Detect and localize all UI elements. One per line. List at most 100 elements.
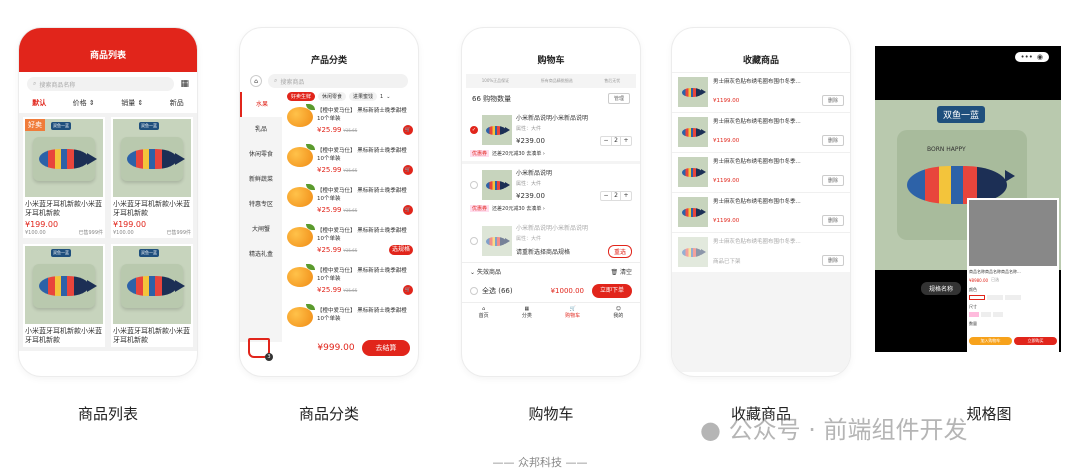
favorite-item[interactable]: 男士麻灰色贴布绣毛圈布围巾冬季... ¥1199.00 删除	[672, 152, 850, 192]
item-attr: 属性：大件	[516, 181, 542, 187]
chevron-down-icon[interactable]: ⌄	[386, 94, 390, 100]
list-header: 商品列表	[19, 28, 197, 72]
home-icon: ⌂	[482, 306, 486, 312]
home-icon[interactable]: ⌂	[250, 75, 262, 87]
add-to-cart-button[interactable]: 加入购物车	[969, 337, 1012, 345]
cart-add-icon[interactable]: 🛒	[403, 285, 413, 295]
product-name: 【橙中爱马仕】 黑标新骑士晚季甜橙10个单装	[317, 268, 407, 282]
phone-category: 产品分类 ⌂ ⌕ 搜索商品 水果 乳品 休闲零食 新鲜蔬菜 特惠专区 大闸蟹 精选…	[240, 28, 418, 376]
delete-button[interactable]: 删除	[821, 175, 844, 186]
sort-new[interactable]: 新品	[170, 98, 184, 108]
tab-category[interactable]: ▦ 分类	[522, 306, 532, 319]
capsule-menu[interactable]: ••• ◉	[1014, 52, 1049, 62]
sort-default[interactable]: 默认	[32, 98, 46, 108]
product-name: 小米蓝牙耳机新款小米蓝牙耳机新款	[25, 200, 102, 217]
product-price: ¥25.99	[317, 245, 342, 254]
manage-button[interactable]: 管理	[607, 93, 630, 104]
original-price: ¥35.65	[343, 207, 358, 213]
sidebar-item[interactable]: 乳品	[240, 117, 282, 142]
coupon-tag: 优惠券	[470, 150, 490, 157]
chip[interactable]: 好卖生鲜	[287, 92, 316, 101]
search-icon: ⌕	[274, 77, 278, 84]
category-item[interactable]: 【橙中爱马仕】 黑标新骑士晚季甜橙10个单装 ¥25.99 ¥35.65 🛒	[287, 184, 413, 225]
cart-add-icon[interactable]: 🛒	[403, 125, 413, 135]
product-card[interactable]: 双鱼一蓝 小米蓝牙耳机新款小米蓝牙耳机新款 ¥199.00 ¥100.00 已售9…	[111, 117, 193, 238]
grid-toggle-icon[interactable]: ▦	[180, 79, 189, 89]
basket-icon[interactable]: 3	[248, 338, 273, 361]
item-image	[678, 237, 708, 267]
select-all-checkbox[interactable]	[470, 287, 478, 295]
sidebar-item[interactable]: 新鲜蔬菜	[240, 167, 282, 192]
cart-count: 66 购物数量	[472, 94, 512, 103]
tag-badge: 双鱼一蓝	[139, 249, 159, 257]
category-item[interactable]: 【橙中爱马仕】 黑标新骑士晚季甜橙10个单装 ¥25.99 ¥35.65 🛒	[287, 144, 413, 185]
tab-home[interactable]: ⌂ 首页	[479, 306, 489, 319]
original-price: ¥35.65	[343, 167, 358, 173]
sidebar-item[interactable]: 水果	[240, 92, 282, 117]
promo-text[interactable]: 还差20元减30 去凑单 ›	[492, 150, 545, 157]
checkout-button[interactable]: 去结算	[362, 340, 410, 356]
clear-button[interactable]: 🗑 清空	[610, 267, 632, 276]
product-image	[287, 184, 315, 207]
tab-cart[interactable]: 🛒 购物车	[565, 306, 580, 319]
quantity-stepper[interactable]: −2 +	[600, 136, 632, 146]
chip[interactable]: 休闲零食	[318, 92, 347, 101]
checkbox-checked[interactable]: ✓	[470, 125, 478, 134]
product-card[interactable]: 双鱼一蓝 小米蓝牙耳机新款小米蓝牙耳机新款	[111, 244, 193, 347]
tag-badge: 双鱼一蓝	[51, 249, 71, 257]
product-card[interactable]: 双鱼一蓝 小米蓝牙耳机新款小米蓝牙耳机新款	[23, 244, 105, 347]
favorite-item[interactable]: 男士麻灰色贴布绣毛圈布围巾冬季... 商品已下架 删除	[672, 232, 850, 272]
quantity-stepper[interactable]: −2 +	[600, 191, 632, 201]
product-image	[287, 144, 315, 167]
category-item[interactable]: 【橙中爱马仕】 黑标新骑士晚季甜橙10个单装 ¥25.99 ¥35.65 选规格	[287, 224, 413, 265]
checkbox[interactable]	[470, 236, 478, 245]
order-button[interactable]: 立即下单	[592, 284, 632, 298]
tab-mine[interactable]: ☺ 我的	[613, 306, 623, 319]
favorite-item[interactable]: 男士麻灰色贴布绣毛圈布围巾冬季... ¥1199.00 删除	[672, 72, 850, 112]
category-item[interactable]: 【橙中爱马仕】 黑标新骑士晚季甜橙10个单装 ¥25.99 ¥35.65 🛒	[287, 104, 413, 145]
wechat-icon: ●	[700, 416, 721, 444]
item-image	[678, 157, 708, 187]
select-spec-button[interactable]: 选规格	[388, 245, 413, 255]
cart-add-icon[interactable]: 🛒	[403, 165, 413, 175]
item-price: ¥239.00	[516, 192, 545, 200]
sidebar-item[interactable]: 精选礼盒	[240, 242, 282, 267]
buy-now-button[interactable]: 立即购买	[1014, 337, 1057, 345]
item-name: 男士麻灰色贴布绣毛圈布围巾冬季...	[713, 239, 801, 245]
offline-label: 商品已下架	[713, 258, 741, 265]
sold-count: 已售999件	[78, 230, 103, 236]
sidebar-item[interactable]: 特惠专区	[240, 192, 282, 217]
cart-item: 小米新品说明 属性：大件 ¥239.00 −2 + 优惠券 还差20元减30 去凑单 ›	[462, 164, 640, 216]
favorite-item[interactable]: 男士麻灰色贴布绣毛圈布围巾冬季... ¥1199.00 删除	[672, 112, 850, 152]
sidebar-item[interactable]: 休闲零食	[240, 142, 282, 167]
promo-text[interactable]: 还差20元减30 去凑单 ›	[492, 205, 545, 212]
delete-button[interactable]: 删除	[821, 95, 844, 106]
original-price: ¥100.00	[25, 229, 46, 236]
item-name: 男士麻灰色贴布绣毛圈布围巾冬季...	[713, 199, 801, 205]
delete-button[interactable]: 删除	[821, 135, 844, 146]
guarantee: 所有商品精挑细选	[540, 78, 573, 83]
cart-add-icon[interactable]: 🛒	[403, 205, 413, 215]
product-card[interactable]: 好卖 双鱼一蓝 小米蓝牙耳机新款小米蓝牙耳机新款 ¥199.00 ¥100.00…	[23, 117, 105, 238]
product-price: ¥25.99	[317, 165, 342, 174]
favorite-item[interactable]: 男士麻灰色贴布绣毛圈布围巾冬季... ¥1199.00 删除	[672, 192, 850, 232]
sort-sales[interactable]: 销量 ⇕	[121, 98, 143, 108]
guarantee: 售后无忧	[604, 78, 621, 83]
search-input[interactable]: ⌕ 搜索商品	[268, 74, 408, 88]
spec-name-button[interactable]: 规格名称	[921, 282, 962, 295]
checkbox[interactable]	[470, 180, 478, 189]
chip-more[interactable]: 1	[380, 94, 383, 100]
category-item[interactable]: 【橙中爱马仕】 黑标新骑士晚季甜橙10个单装 ¥25.99 ¥35.65 🛒	[287, 264, 413, 305]
delete-button[interactable]: 删除	[821, 215, 844, 226]
page-title: 商品列表	[89, 51, 126, 61]
reselect-button[interactable]: 重选	[607, 245, 632, 258]
delete-button[interactable]: 删除	[821, 255, 844, 266]
cart-total: ¥999.00	[317, 343, 355, 353]
category-sidebar: 水果 乳品 休闲零食 新鲜蔬菜 特惠专区 大闸蟹 精选礼盒	[240, 92, 282, 342]
sidebar-item[interactable]: 大闸蟹	[240, 217, 282, 242]
caption: 商品列表	[77, 405, 138, 423]
search-input[interactable]: ⌕ 搜索商品名称	[27, 77, 175, 91]
chip[interactable]: 进果蜜饯	[349, 92, 378, 101]
overlay-label: 双鱼一蓝	[937, 106, 986, 123]
sort-price[interactable]: 价格 ⇕	[73, 98, 95, 108]
